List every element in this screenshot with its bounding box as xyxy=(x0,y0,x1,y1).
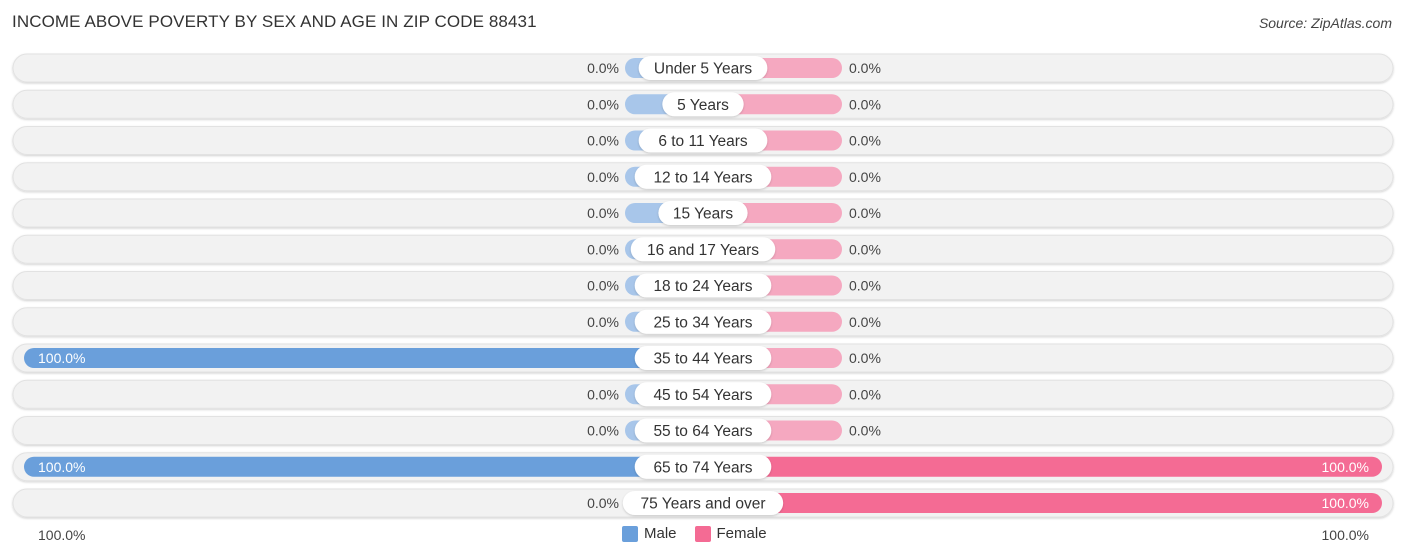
female-value-label: 0.0% xyxy=(849,133,881,149)
female-value-label: 100.0% xyxy=(1322,495,1369,511)
female-value-label: 0.0% xyxy=(849,350,881,366)
male-value-label: 0.0% xyxy=(587,133,619,149)
male-value-label: 0.0% xyxy=(587,241,619,257)
female-value-label: 0.0% xyxy=(849,205,881,221)
category-label: 45 to 54 Years xyxy=(653,387,752,404)
male-bar[interactable] xyxy=(24,348,703,368)
male-value-label: 0.0% xyxy=(587,205,619,221)
legend-item-female[interactable]: Female xyxy=(694,525,767,542)
female-bar[interactable] xyxy=(703,456,1382,477)
female-value-label: 0.0% xyxy=(849,386,881,402)
male-value-label: 100.0% xyxy=(38,350,85,366)
legend-swatch-male xyxy=(622,525,638,542)
male-value-label: 0.0% xyxy=(587,423,619,439)
category-label: 18 to 24 Years xyxy=(653,278,752,295)
male-value-label: 0.0% xyxy=(587,60,619,76)
legend-swatch-female xyxy=(694,525,711,542)
male-value-label: 0.0% xyxy=(587,386,619,402)
male-value-label: 0.0% xyxy=(587,314,619,330)
female-bar[interactable] xyxy=(703,493,1382,513)
male-value-label: 0.0% xyxy=(587,169,619,185)
male-value-label: 0.0% xyxy=(587,96,619,112)
male-value-label: 0.0% xyxy=(587,278,619,294)
category-label: 5 Years xyxy=(677,97,729,114)
axis-label-left: 100.0% xyxy=(38,527,85,543)
male-value-label: 0.0% xyxy=(587,495,619,511)
axis-label-right: 100.0% xyxy=(1322,527,1369,543)
category-label: 25 to 34 Years xyxy=(653,314,752,331)
category-label: 75 Years and over xyxy=(641,496,766,513)
female-value-label: 0.0% xyxy=(849,60,881,76)
category-label: Under 5 Years xyxy=(654,61,752,78)
category-label: 12 to 14 Years xyxy=(653,169,752,186)
female-value-label: 0.0% xyxy=(849,169,881,185)
female-value-label: 0.0% xyxy=(849,241,881,257)
category-label: 55 to 64 Years xyxy=(653,423,752,440)
category-label: 16 and 17 Years xyxy=(647,242,759,259)
category-label: 6 to 11 Years xyxy=(658,133,748,150)
category-label: 35 to 44 Years xyxy=(653,351,752,368)
male-bar[interactable] xyxy=(24,456,703,477)
category-label: 65 to 74 Years xyxy=(653,459,752,476)
female-value-label: 0.0% xyxy=(849,278,881,294)
legend-label-female: Female xyxy=(716,525,767,542)
chart-canvas: 0.0% 0.0% Under 5 Years 0.0% 0.0% 5 Years 0.0%… xyxy=(12,53,1394,543)
male-value-label: 100.0% xyxy=(38,459,85,475)
category-label: 15 Years xyxy=(673,206,734,223)
legend-label-male: Male xyxy=(644,525,677,542)
female-value-label: 0.0% xyxy=(849,96,881,112)
legend-item-male[interactable]: Male xyxy=(622,525,677,542)
female-value-label: 0.0% xyxy=(849,314,881,330)
legend: Male Female xyxy=(622,525,777,542)
female-value-label: 0.0% xyxy=(849,423,881,439)
female-value-label: 100.0% xyxy=(1322,459,1369,475)
